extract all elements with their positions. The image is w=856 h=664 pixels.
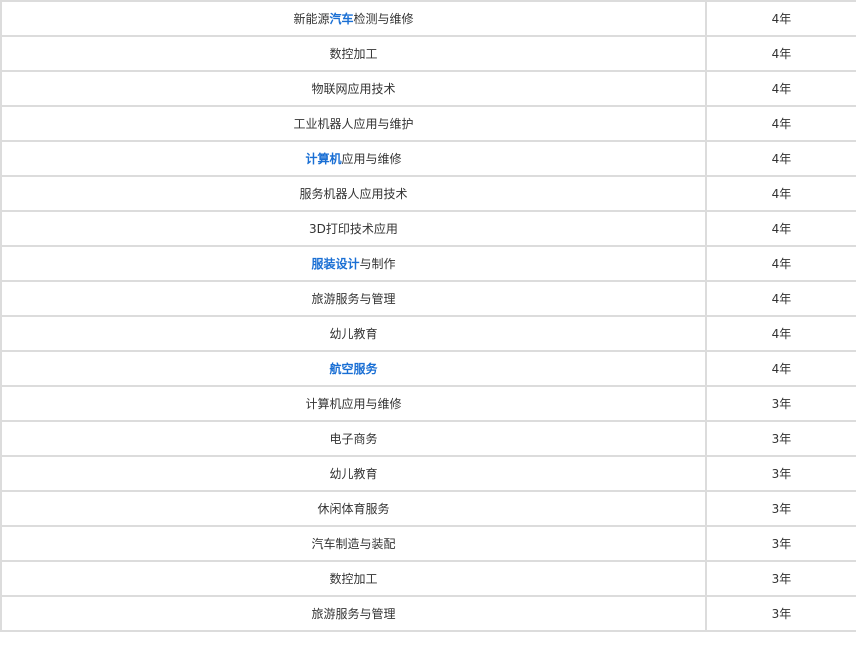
major-name-cell: 汽车制造与装配 (0, 525, 707, 562)
major-name-cell: 休闲体育服务 (0, 490, 707, 527)
duration-cell: 4年 (705, 70, 856, 107)
duration-cell: 4年 (705, 245, 856, 282)
major-name-text: 数控加工 (329, 571, 378, 586)
major-name-cell: 工业机器人应用与维护 (0, 105, 707, 142)
major-name-text: 物联网应用技术 (311, 81, 396, 96)
duration-cell: 3年 (705, 385, 856, 422)
duration-cell: 3年 (705, 560, 856, 597)
table-row: 工业机器人应用与维护 4年 (0, 105, 856, 142)
major-name-text: 服务机器人应用技术 (299, 186, 408, 201)
major-name-cell: 新能源汽车检测与维修 (0, 0, 707, 37)
table-row: 新能源汽车检测与维修 4年 (0, 0, 856, 37)
table-row: 计算机应用与维修 4年 (0, 140, 856, 177)
table-row: 3D打印技术应用 4年 (0, 210, 856, 247)
table-row: 物联网应用技术 4年 (0, 70, 856, 107)
major-name-cell: 电子商务 (0, 420, 707, 457)
major-name-cell: 计算机应用与维修 (0, 140, 707, 177)
major-name-link[interactable]: 汽车 (329, 12, 353, 26)
table-row: 幼儿教育 3年 (0, 455, 856, 492)
major-name-cell: 旅游服务与管理 (0, 280, 707, 317)
table-row: 汽车制造与装配 3年 (0, 525, 856, 562)
table-row: 航空服务 4年 (0, 350, 856, 387)
major-name-cell: 幼儿教育 (0, 455, 707, 492)
table-row: 幼儿教育 4年 (0, 315, 856, 352)
duration-cell: 4年 (705, 0, 856, 37)
major-name-link[interactable]: 服装设计 (311, 257, 359, 271)
major-name-cell: 服务机器人应用技术 (0, 175, 707, 212)
duration-cell: 3年 (705, 595, 856, 632)
major-name-text: 与制作 (359, 256, 396, 271)
duration-cell: 4年 (705, 280, 856, 317)
major-name-text: 幼儿教育 (329, 326, 378, 341)
major-name-link[interactable]: 航空服务 (329, 362, 377, 376)
duration-cell: 4年 (705, 105, 856, 142)
major-name-cell: 数控加工 (0, 35, 707, 72)
duration-cell: 3年 (705, 490, 856, 527)
table-row: 电子商务 3年 (0, 420, 856, 457)
major-name-text: 汽车制造与装配 (311, 536, 396, 551)
major-name-cell: 服装设计与制作 (0, 245, 707, 282)
major-name-text: 检测与维修 (353, 11, 414, 26)
major-name-text: 旅游服务与管理 (311, 606, 396, 621)
table-row: 数控加工 4年 (0, 35, 856, 72)
majors-table-body: 新能源汽车检测与维修 4年 数控加工 4年 物联网应用技术 4年 工业机器人应用与维护 4年计… (0, 0, 856, 632)
major-name-text: 3D打印技术应用 (309, 221, 398, 236)
duration-cell: 3年 (705, 525, 856, 562)
major-name-text: 新能源 (293, 11, 330, 26)
duration-cell: 4年 (705, 315, 856, 352)
major-name-cell: 数控加工 (0, 560, 707, 597)
major-name-text: 计算机应用与维修 (305, 396, 402, 411)
table-row: 旅游服务与管理 3年 (0, 595, 856, 632)
duration-cell: 3年 (705, 455, 856, 492)
major-name-text: 幼儿教育 (329, 466, 378, 481)
major-name-cell: 航空服务 (0, 350, 707, 387)
table-row: 数控加工 3年 (0, 560, 856, 597)
majors-table: 新能源汽车检测与维修 4年 数控加工 4年 物联网应用技术 4年 工业机器人应用与维护 4年计… (0, 0, 856, 632)
table-row: 旅游服务与管理 4年 (0, 280, 856, 317)
major-name-text: 应用与维修 (341, 151, 402, 166)
major-name-text: 旅游服务与管理 (311, 291, 396, 306)
major-name-cell: 幼儿教育 (0, 315, 707, 352)
major-name-text: 电子商务 (329, 431, 378, 446)
major-name-text: 休闲体育服务 (317, 501, 390, 516)
duration-cell: 4年 (705, 210, 856, 247)
duration-cell: 4年 (705, 35, 856, 72)
table-row: 计算机应用与维修 3年 (0, 385, 856, 422)
major-name-text: 数控加工 (329, 46, 378, 61)
duration-cell: 3年 (705, 420, 856, 457)
major-name-cell: 计算机应用与维修 (0, 385, 707, 422)
major-name-text: 工业机器人应用与维护 (293, 116, 414, 131)
table-row: 服装设计与制作 4年 (0, 245, 856, 282)
major-name-cell: 物联网应用技术 (0, 70, 707, 107)
major-name-link[interactable]: 计算机 (305, 152, 341, 166)
major-name-cell: 3D打印技术应用 (0, 210, 707, 247)
major-name-cell: 旅游服务与管理 (0, 595, 707, 632)
table-row: 休闲体育服务 3年 (0, 490, 856, 527)
table-row: 服务机器人应用技术 4年 (0, 175, 856, 212)
duration-cell: 4年 (705, 350, 856, 387)
duration-cell: 4年 (705, 175, 856, 212)
duration-cell: 4年 (705, 140, 856, 177)
